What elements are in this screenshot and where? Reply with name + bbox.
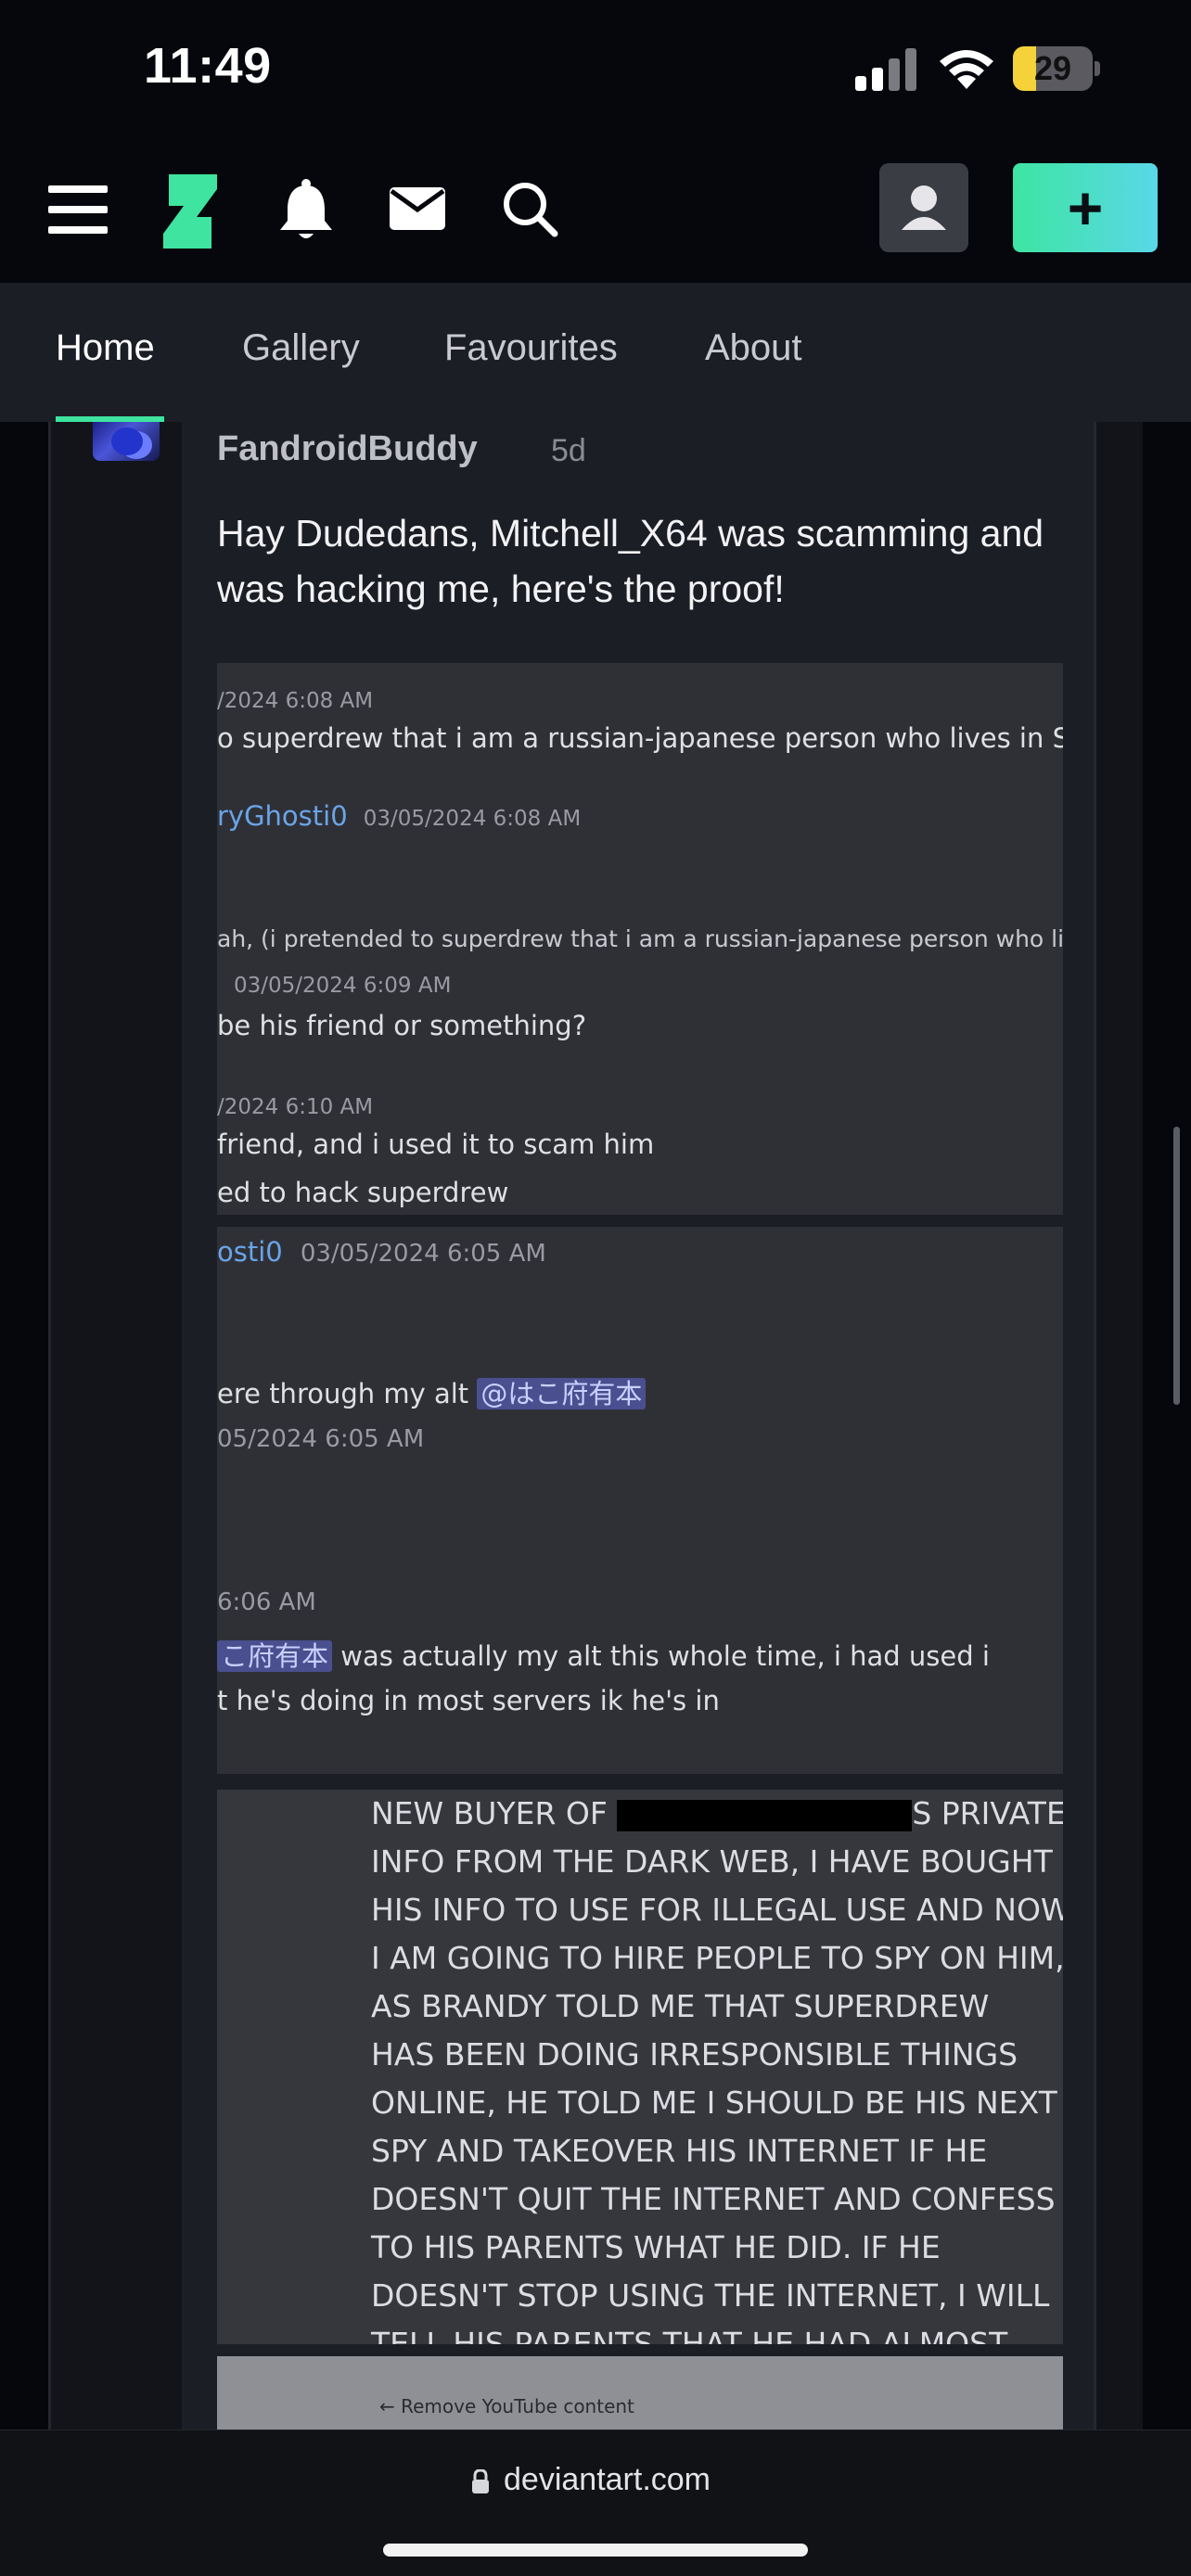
caps-message: NEW BUYER OF S PRIVATE INFO FROM THE DAR… xyxy=(371,1790,1063,2344)
tab-about[interactable]: About xyxy=(705,327,802,369)
profile-tabs: Home Gallery Favourites About xyxy=(0,283,1191,422)
chat-username: osti0 xyxy=(217,1236,283,1268)
bell-icon[interactable] xyxy=(278,178,334,241)
lock-icon xyxy=(472,2469,489,2493)
chat-message: friend, and i used it to scam him xyxy=(217,1129,655,1160)
browser-address-bar[interactable]: deviantart.com xyxy=(0,2429,1191,2576)
chat-message: t he's doing in most servers ik he's in xyxy=(217,1685,720,1716)
chat-message: ah, (i pretended to superdrew that i am … xyxy=(217,925,1063,952)
tab-home[interactable]: Home xyxy=(56,327,155,369)
proof-image-3[interactable]: NEW BUYER OF S PRIVATE INFO FROM THE DAR… xyxy=(217,1790,1063,2344)
battery-percent: 29 xyxy=(1033,49,1072,87)
chat-message: ed to hack superdrew xyxy=(217,1177,509,1208)
redaction-bar xyxy=(617,1799,913,1831)
avatar-icon xyxy=(902,185,946,230)
comment-body: Hay Dudedans, Mitchell_X64 was scamming … xyxy=(217,512,1044,610)
caps-line: HIS INFO TO USE FOR ILLEGAL USE AND NOW xyxy=(371,1892,1063,1928)
tab-favourites[interactable]: Favourites xyxy=(444,327,618,369)
caps-line: INFO FROM THE DARK WEB, I HAVE BOUGHT xyxy=(371,1843,1053,1880)
wifi-icon xyxy=(940,50,993,89)
chat-mention: @はこ府有本 xyxy=(477,1378,647,1409)
caps-line: S PRIVATE xyxy=(912,1795,1063,1831)
chat-message: was actually my alt this whole time, i h… xyxy=(332,1640,990,1672)
scrollbar[interactable] xyxy=(1173,1127,1180,1405)
search-icon[interactable] xyxy=(501,180,558,237)
profile-avatar-button[interactable] xyxy=(879,163,968,252)
chat-message: be his friend or something? xyxy=(217,1010,587,1041)
chat-timestamp: 03/05/2024 6:08 AM xyxy=(363,807,582,831)
commenter-avatar[interactable] xyxy=(93,422,160,461)
status-bar: 11:49 29 xyxy=(0,0,1191,139)
chat-timestamp: 05/2024 6:05 AM xyxy=(217,1425,425,1453)
chat-timestamp: 03/05/2024 6:05 AM xyxy=(300,1240,546,1268)
caps-line: AS BRANDY TOLD ME THAT SUPERDREW xyxy=(371,1988,990,2024)
proof-image-1[interactable]: /2024 6:08 AM o superdrew that i am a ru… xyxy=(217,663,1063,1215)
status-time: 11:49 xyxy=(144,38,272,94)
caps-line: DOESN'T STOP USING THE INTERNET, I WILL xyxy=(371,2277,1050,2314)
home-indicator[interactable] xyxy=(383,2544,808,2557)
comment-username[interactable]: FandroidBuddy xyxy=(217,429,478,469)
create-button-label: + xyxy=(1067,173,1104,242)
caps-line: SPY AND TAKEOVER HIS INTERNET IF HE xyxy=(371,2133,988,2169)
deviantart-logo-icon[interactable] xyxy=(160,174,217,249)
chat-message: o superdrew that i am a russian-japanese… xyxy=(217,722,1063,754)
create-button[interactable]: + xyxy=(1013,163,1158,252)
mail-icon[interactable] xyxy=(390,187,445,230)
caps-line: DOESN'T QUIT THE INTERNET AND CONFESS xyxy=(371,2181,1056,2217)
chat-username: ryGhosti0 xyxy=(217,800,348,832)
menu-icon[interactable] xyxy=(48,184,108,236)
chat-timestamp: /2024 6:10 AM xyxy=(217,1095,374,1119)
chat-timestamp: /2024 6:08 AM xyxy=(217,689,374,713)
thread-line xyxy=(48,422,51,2429)
chat-timestamp: 03/05/2024 6:09 AM xyxy=(234,974,452,998)
url-domain[interactable]: deviantart.com xyxy=(504,2462,711,2498)
comment-time[interactable]: 5d xyxy=(551,433,586,469)
chat-message: ere through my alt xyxy=(217,1378,478,1409)
cellular-signal-icon xyxy=(855,48,916,91)
proof-image-4[interactable]: ← Remove YouTube content xyxy=(217,2356,1063,2429)
chat-timestamp: 6:06 AM xyxy=(217,1588,316,1616)
youtube-remove-text: ← Remove YouTube content xyxy=(379,2395,634,2417)
caps-line: NEW BUYER OF xyxy=(371,1795,618,1831)
caps-line: HAS BEEN DOING IRRESPONSIBLE THINGS xyxy=(371,2036,1018,2072)
proof-image-2[interactable]: osti0 03/05/2024 6:05 AM ere through my … xyxy=(217,1227,1063,1774)
caps-line: TELL HIS PARENTS THAT HE HAD ALMOST xyxy=(371,2326,1008,2344)
caps-line: I AM GOING TO HIRE PEOPLE TO SPY ON HIM, xyxy=(371,1940,1063,1976)
caps-line: TO HIS PARENTS WHAT HE DID. IF HE xyxy=(371,2229,941,2265)
top-app-bar: + xyxy=(0,139,1191,283)
chat-mention: こ府有本 xyxy=(217,1640,333,1672)
caps-line: ONLINE, HE TOLD ME I SHOULD BE HIS NEXT xyxy=(371,2085,1057,2121)
comment-thread: FandroidBuddy 5d Hay Dudedans, Mitchell_… xyxy=(0,422,1191,2429)
tab-gallery[interactable]: Gallery xyxy=(242,327,360,369)
battery-icon: 29 xyxy=(1013,46,1102,91)
